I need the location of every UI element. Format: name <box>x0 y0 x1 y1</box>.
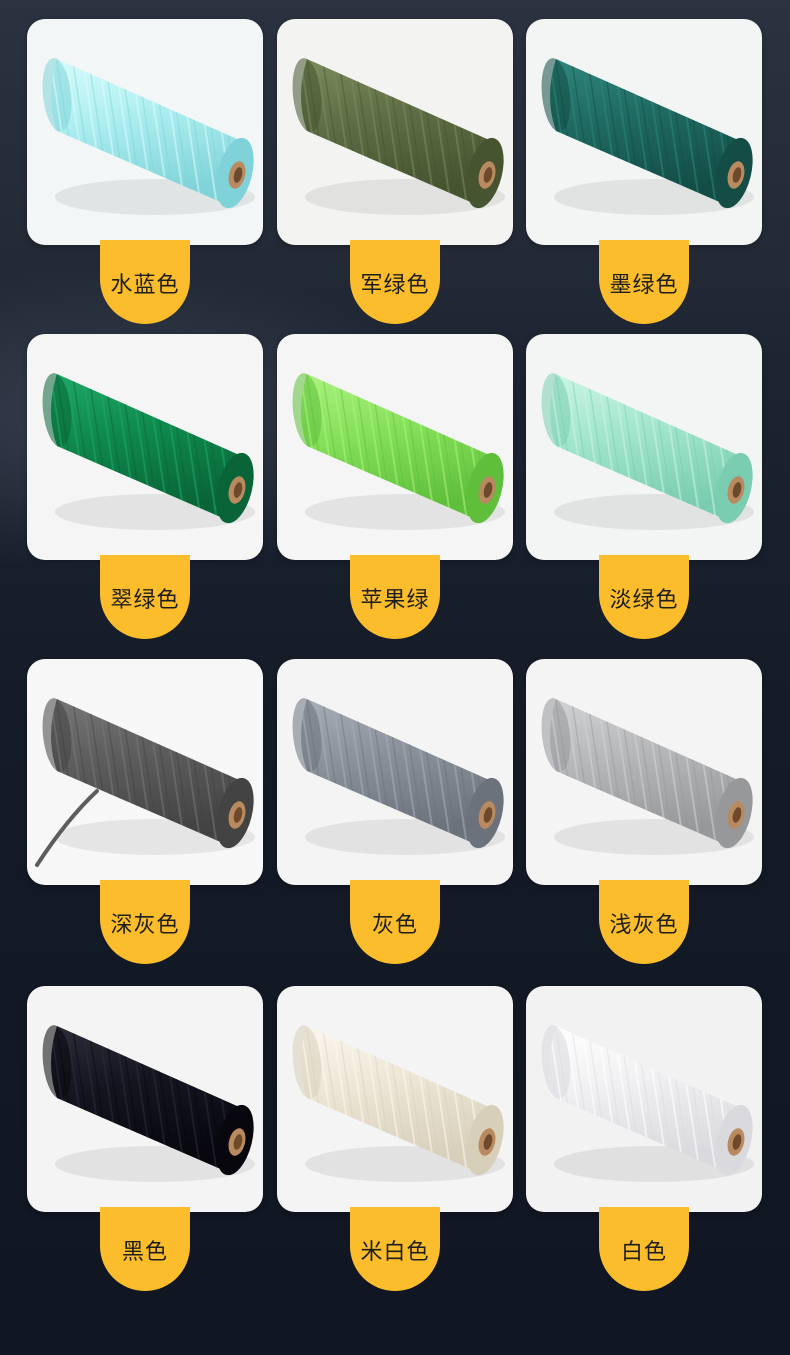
yarn-spool-drawing <box>35 698 255 867</box>
color-label: 灰色 <box>371 913 418 938</box>
color-label: 军绿色 <box>360 273 430 298</box>
color-label: 淡绿色 <box>609 588 679 613</box>
yarn-spool-drawing <box>42 58 255 215</box>
yarn-image <box>277 334 513 560</box>
yarn-spool-drawing <box>292 1025 505 1182</box>
yarn-spool-drawing <box>42 1025 255 1182</box>
yarn-spool-drawing <box>292 58 505 215</box>
yarn-image <box>526 19 762 245</box>
color-label: 深灰色 <box>110 913 180 938</box>
yarn-image <box>277 19 513 245</box>
color-label-badge: 翠绿色 <box>100 555 190 639</box>
yarn-image <box>27 334 263 560</box>
swatch-card[interactable]: 浅灰色 <box>526 659 762 965</box>
swatch-card[interactable]: 灰色 <box>277 659 513 965</box>
color-label: 墨绿色 <box>609 273 679 298</box>
color-label: 浅灰色 <box>609 913 679 938</box>
color-label: 苹果绿 <box>360 588 430 613</box>
yarn-image <box>526 334 762 560</box>
color-label-badge: 浅灰色 <box>599 880 689 964</box>
yarn-image <box>277 986 513 1212</box>
color-label-badge: 白色 <box>599 1207 689 1291</box>
yarn-image <box>27 986 263 1212</box>
yarn-spool-drawing <box>292 373 505 530</box>
color-label: 黑色 <box>121 1240 168 1265</box>
swatch-card[interactable]: 苹果绿 <box>277 334 513 640</box>
swatch-card[interactable]: 军绿色 <box>277 19 513 325</box>
color-label-badge: 苹果绿 <box>350 555 440 639</box>
color-label: 米白色 <box>360 1240 430 1265</box>
swatch-card[interactable]: 水蓝色 <box>27 19 263 325</box>
yarn-spool-drawing <box>42 373 255 530</box>
yarn-image <box>277 659 513 885</box>
swatch-card[interactable]: 黑色 <box>27 986 263 1292</box>
color-label-badge: 米白色 <box>350 1207 440 1291</box>
color-label: 水蓝色 <box>110 273 180 298</box>
swatch-card[interactable]: 白色 <box>526 986 762 1292</box>
color-label: 白色 <box>620 1240 667 1265</box>
color-label: 翠绿色 <box>110 588 180 613</box>
color-label-badge: 灰色 <box>350 880 440 964</box>
yarn-image <box>27 659 263 885</box>
color-label-badge: 水蓝色 <box>100 240 190 324</box>
color-swatch-grid: 水蓝色 军绿色 墨绿色 翠绿色 苹果绿 淡绿色 深灰色 灰色 浅灰色 黑色 米白… <box>0 0 790 1355</box>
swatch-card[interactable]: 墨绿色 <box>526 19 762 325</box>
color-label-badge: 深灰色 <box>100 880 190 964</box>
yarn-spool-drawing <box>541 373 754 530</box>
color-label-badge: 黑色 <box>100 1207 190 1291</box>
swatch-card[interactable]: 深灰色 <box>27 659 263 965</box>
yarn-spool-drawing <box>292 698 505 855</box>
yarn-spool-drawing <box>541 1025 754 1182</box>
color-label-badge: 淡绿色 <box>599 555 689 639</box>
yarn-image <box>27 19 263 245</box>
yarn-image <box>526 986 762 1212</box>
swatch-card[interactable]: 翠绿色 <box>27 334 263 640</box>
yarn-spool-drawing <box>541 58 754 215</box>
yarn-image <box>526 659 762 885</box>
swatch-card[interactable]: 淡绿色 <box>526 334 762 640</box>
yarn-spool-drawing <box>541 698 754 855</box>
color-label-badge: 墨绿色 <box>599 240 689 324</box>
color-label-badge: 军绿色 <box>350 240 440 324</box>
swatch-card[interactable]: 米白色 <box>277 986 513 1292</box>
